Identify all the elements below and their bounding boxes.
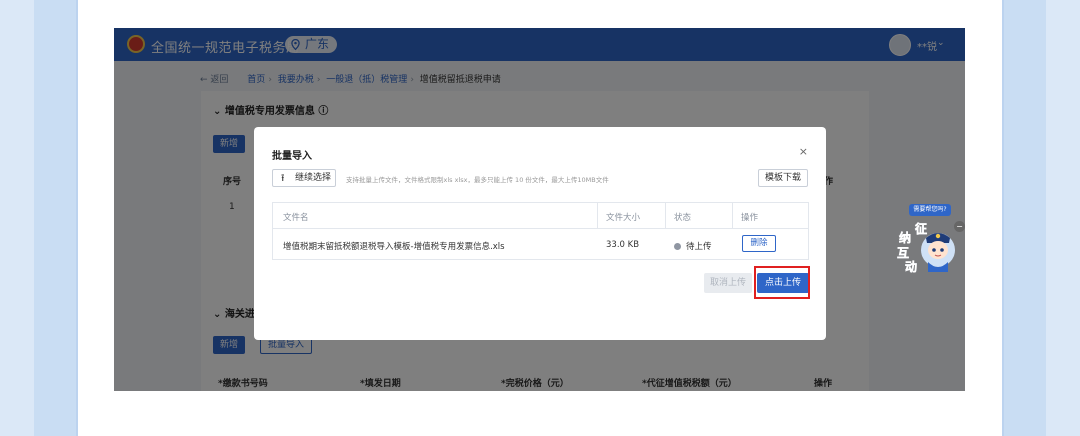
close-icon[interactable]: × — [799, 145, 808, 158]
tax-portal-screenshot: 全国统一规范电子税务局 广东 **锐 ⌄ ← 返回 首页› 我要办税› 一般退（… — [114, 28, 965, 391]
continue-select-button[interactable]: ⭱ 继续选择 — [272, 169, 336, 187]
file-table: 文件名 文件大小 状态 操作 增值税期末留抵税额退税导入模板-增值税专用发票信息… — [272, 202, 809, 260]
dialog-title: 批量导入 — [272, 151, 312, 162]
delete-button[interactable]: 删除 — [742, 235, 776, 252]
cancel-upload-button[interactable]: 取消上传 — [704, 273, 752, 293]
upload-icon: ⭱ — [281, 173, 285, 184]
close-icon[interactable]: − — [954, 221, 965, 232]
continue-select-label: 继续选择 — [295, 173, 332, 183]
file-table-header: 文件名 文件大小 状态 操作 — [273, 203, 808, 229]
mascot-char-dong: 动 — [905, 260, 918, 275]
left-background-stripe — [0, 0, 34, 436]
file-status: 待上传 — [674, 240, 712, 252]
file-status-label: 待上传 — [686, 242, 712, 252]
right-background-stripe — [1046, 0, 1080, 436]
upload-button-highlight — [754, 266, 810, 299]
template-download-button[interactable]: 模板下载 — [758, 169, 808, 187]
mascot-char-zheng: 征 — [915, 222, 928, 237]
header-file-size: 文件大小 — [606, 213, 641, 223]
status-dot-icon — [674, 243, 681, 250]
assistant-widget[interactable]: 需要帮您吗? − 征 纳 互 动 — [893, 200, 965, 278]
header-status: 状态 — [674, 213, 692, 223]
file-size: 33.0 KB — [606, 240, 640, 250]
assistant-bubble[interactable]: 需要帮您吗? — [909, 204, 951, 216]
header-file-name: 文件名 — [283, 213, 309, 223]
batch-import-dialog: 批量导入 × ⭱ 继续选择 支持批量上传文件，文件格式限制xls xlsx，最多… — [254, 127, 826, 340]
upload-hint: 支持批量上传文件，文件格式限制xls xlsx，最多只能上传 10 份文件，最大… — [346, 176, 609, 184]
file-name: 增值税期末留抵税额退税导入模板-增值税专用发票信息.xls — [283, 242, 505, 252]
header-action: 操作 — [741, 213, 759, 223]
